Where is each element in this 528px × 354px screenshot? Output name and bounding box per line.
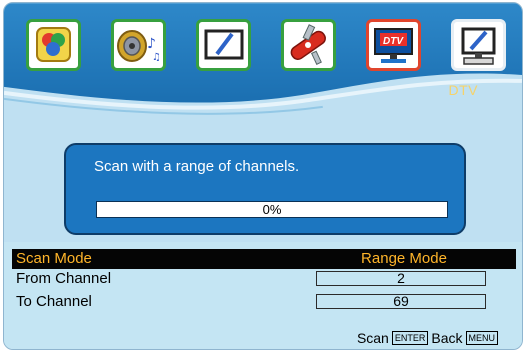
- to-channel-field[interactable]: 69: [316, 294, 486, 309]
- svg-text:DTV: DTV: [383, 36, 404, 47]
- to-channel-row[interactable]: To Channel 69: [12, 292, 516, 312]
- svg-text:♫: ♫: [152, 52, 161, 63]
- from-channel-field[interactable]: 2: [316, 271, 486, 286]
- scan-progress-text: 0%: [262, 202, 282, 217]
- to-channel-label: To Channel: [16, 293, 92, 310]
- key-hints: Scan ENTER Back MENU: [357, 330, 498, 346]
- scan-mode-value: Range Mode: [361, 250, 447, 267]
- scan-progress-bar: 0%: [96, 201, 448, 218]
- from-channel-row[interactable]: From Channel 2: [12, 269, 516, 289]
- scan-progress-dialog: Scan with a range of channels. 0%: [64, 143, 466, 235]
- picture-icon[interactable]: [26, 19, 81, 71]
- tools-icon[interactable]: [281, 19, 336, 71]
- dtv-icon[interactable]: DTV: [366, 19, 421, 71]
- scan-mode-row[interactable]: Scan Mode Range Mode: [12, 249, 516, 269]
- menu-icon-bar: ♪ ♫ DTV: [26, 19, 514, 79]
- menu-title: DTV: [448, 82, 478, 98]
- from-channel-label: From Channel: [16, 270, 112, 287]
- scan-message: Scan with a range of channels.: [94, 158, 300, 175]
- scan-mode-label: Scan Mode: [16, 250, 92, 267]
- menu-frame: ♪ ♫ DTV DTV Scan with a range of channel…: [3, 2, 523, 350]
- screen-icon[interactable]: [196, 19, 251, 71]
- back-hint-label: Back: [431, 330, 463, 346]
- sound-icon[interactable]: ♪ ♫: [111, 19, 166, 71]
- scan-hint-label: Scan: [356, 330, 389, 346]
- menu-key-badge: MENU: [465, 331, 498, 345]
- pc-icon[interactable]: [451, 19, 506, 71]
- enter-key-badge: ENTER: [391, 331, 429, 345]
- svg-text:♪: ♪: [147, 36, 156, 52]
